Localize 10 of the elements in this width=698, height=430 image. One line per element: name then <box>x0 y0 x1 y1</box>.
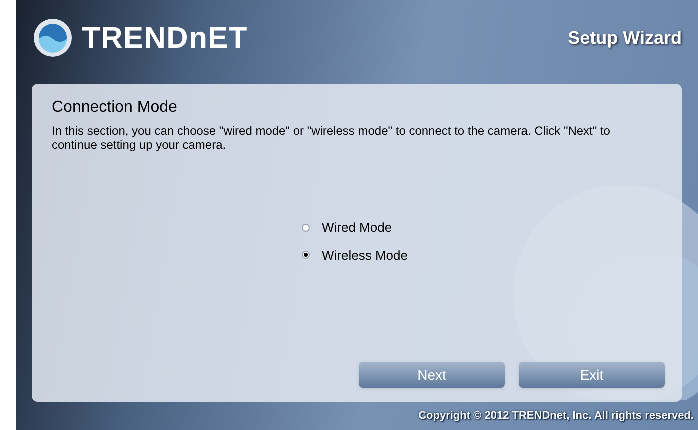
radio-icon[interactable] <box>302 251 310 260</box>
wizard-title: Setup Wizard <box>568 26 682 50</box>
logo-icon <box>32 17 74 59</box>
radio-icon[interactable] <box>302 224 310 232</box>
section-description: In this section, you can choose "wired mode" or "wireless mode" to connect to the camera. Click "Next" to continue setting up your camera. <box>52 124 612 152</box>
logo-text: TRENDnET <box>82 20 248 56</box>
section-heading: Connection Mode <box>52 98 178 118</box>
mode-radio[interactable]: Wireless Mode <box>302 246 662 265</box>
copyright-text: Copyright © 2012 TRENDnet, Inc. All rights reserved. <box>418 409 694 424</box>
mode-radio[interactable]: Wired Mode <box>302 218 662 238</box>
